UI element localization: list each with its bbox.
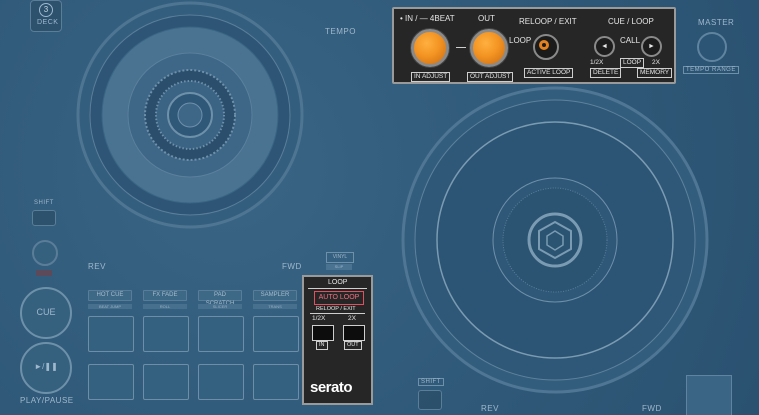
shift-button-left[interactable] <box>32 210 56 226</box>
pad-mode-hot-cue[interactable]: HOT CUE <box>88 290 132 301</box>
rev-label-left: REV <box>88 262 106 271</box>
pad-mode-slicer: SLICER <box>198 304 242 309</box>
out-label: OUT <box>478 14 495 23</box>
loop-panel-title: LOOP <box>328 279 348 286</box>
performance-pad-3[interactable] <box>198 316 244 352</box>
active-loop-label: ACTIVE LOOP <box>524 68 574 78</box>
half-label: 1/2X <box>312 315 326 322</box>
double-label: 2X <box>348 315 356 322</box>
censor-button[interactable] <box>32 240 58 266</box>
vinyl-button[interactable]: VINYL <box>326 252 354 263</box>
half-loop-label: 1/2X <box>590 59 604 66</box>
loop-half-button[interactable] <box>312 325 334 341</box>
pad-mode-sampler[interactable]: SAMPLER <box>253 290 297 301</box>
call-label: CALL <box>620 36 641 45</box>
cue-button[interactable]: CUE <box>20 287 72 339</box>
deck-number: 3 <box>39 3 53 17</box>
pad-mode-fx-fade[interactable]: FX FADE <box>143 290 187 301</box>
slip-label: SLIP <box>326 264 352 270</box>
call-right-button[interactable]: ► <box>641 36 662 57</box>
pad-mode-pad-scratch[interactable]: PAD SCRATCH <box>198 290 242 307</box>
loop-label: LOOP <box>509 36 532 45</box>
shift-label-right: SHIFT <box>418 378 444 386</box>
deck-label: DECK <box>37 19 59 26</box>
performance-pad-4[interactable] <box>253 316 299 352</box>
performance-pad-1[interactable] <box>88 316 134 352</box>
performance-pad-5[interactable] <box>88 364 134 400</box>
loop-out-label: OUT <box>344 341 362 350</box>
left-loop-panel: LOOP AUTO LOOP RELOOP / EXIT 1/2X 2X IN … <box>302 275 373 405</box>
memory-label: MEMORY <box>637 68 673 78</box>
fwd-label-left: FWD <box>282 262 302 271</box>
master-tempo-button[interactable] <box>697 32 727 62</box>
right-jog-wheel[interactable] <box>380 80 730 415</box>
controller-background: 3 DECK TEMPO MASTER TEMPO RANGE SHIFT RE… <box>0 0 759 415</box>
reloop-exit-small: RELOOP / EXIT <box>316 306 356 312</box>
play-pause-icon: ►/❚❚ <box>34 362 58 371</box>
tempo-label: TEMPO <box>325 27 356 36</box>
performance-pad-8[interactable] <box>253 364 299 400</box>
in-out-connector <box>456 47 466 48</box>
loop-title-underline <box>308 288 367 289</box>
tempo-slider-track[interactable] <box>686 375 732 415</box>
pad-mode-roll: ROLL <box>143 304 187 309</box>
delete-label: DELETE <box>590 68 622 78</box>
performance-pad-7[interactable] <box>198 364 244 400</box>
pad-mode-beat-jump: BEAT JUMP <box>88 304 132 309</box>
deck-3-button[interactable]: 3 DECK <box>30 0 62 32</box>
rev-label-right: REV <box>481 404 499 413</box>
master-label: MASTER <box>698 18 735 27</box>
play-pause-button[interactable]: ►/❚❚ <box>20 342 72 394</box>
reloop-exit-button[interactable] <box>533 34 559 60</box>
reloop-exit-label: RELOOP / EXIT <box>519 17 577 26</box>
performance-pad-2[interactable] <box>143 316 189 352</box>
fwd-label-right: FWD <box>642 404 662 413</box>
reloop-underline <box>310 313 365 314</box>
serato-logo: serato <box>310 379 353 396</box>
loop-small-label: LOOP <box>620 58 645 68</box>
auto-loop-button[interactable]: AUTO LOOP <box>314 291 364 305</box>
loop-double-button[interactable] <box>343 325 365 341</box>
censor-indicator <box>36 270 52 276</box>
out-adjust-label: OUT ADJUST <box>467 72 514 82</box>
call-left-button[interactable]: ◄ <box>594 36 615 57</box>
shift-button-right[interactable] <box>418 390 442 410</box>
play-pause-label: PLAY/PAUSE <box>20 396 74 405</box>
pad-mode-trans: TRANS <box>253 304 297 309</box>
in-adjust-label: IN ADJUST <box>411 72 451 82</box>
cue-loop-label: CUE / LOOP <box>608 17 654 26</box>
performance-pad-6[interactable] <box>143 364 189 400</box>
tempo-range-label: TEMPO RANGE <box>683 66 739 74</box>
left-jog-wheel[interactable] <box>40 0 350 270</box>
shift-label-left: SHIFT <box>34 200 54 206</box>
double-loop-label: 2X <box>652 59 660 66</box>
cue-label: CUE <box>36 307 56 317</box>
loop-out-button[interactable] <box>470 29 508 67</box>
in-4beat-label: • IN / — 4BEAT <box>400 14 455 23</box>
loop-in-label: IN <box>316 341 328 350</box>
loop-in-button[interactable] <box>411 29 449 67</box>
top-loop-panel: • IN / — 4BEAT OUT RELOOP / EXIT CUE / L… <box>392 7 676 84</box>
